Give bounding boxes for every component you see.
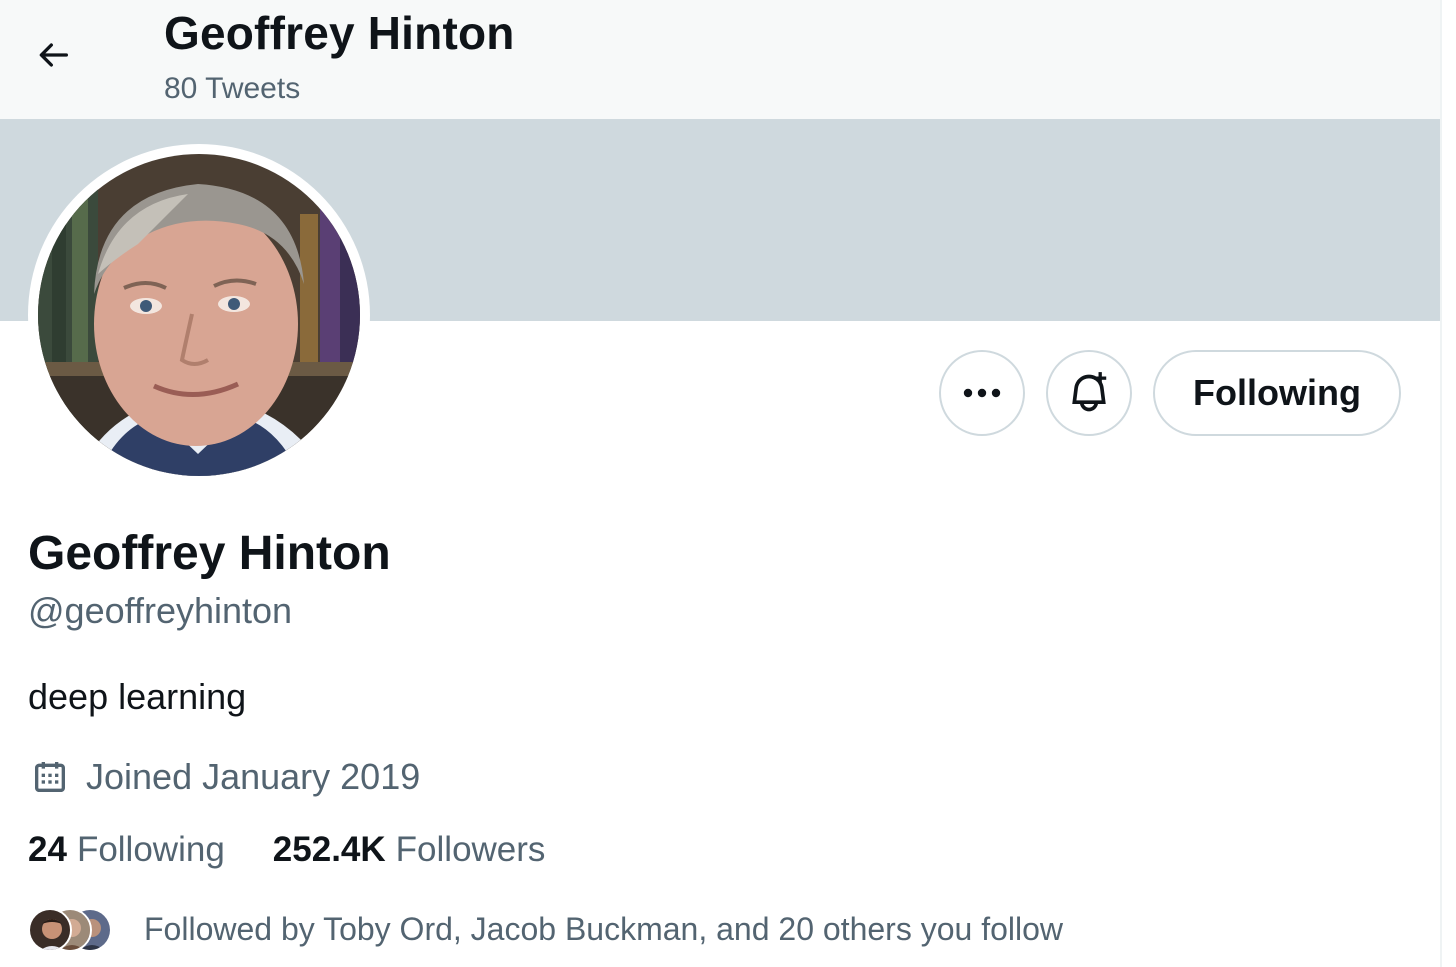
profile-page: Geoffrey Hinton 80 Tweets Following Geof… [0,0,1456,967]
bio: deep learning [28,676,247,717]
avatar-photo [38,154,360,476]
followed-by-avatars [28,906,116,952]
followers-count: 252.4K [272,830,386,869]
bell-plus-icon [1072,372,1107,412]
calendar-icon [35,762,65,792]
joined-text: Joined January 2019 [86,756,421,797]
following-count: 24 [28,830,67,869]
following-label: Following [76,830,225,869]
column-divider [1440,0,1442,967]
display-name: Geoffrey Hinton [28,527,391,580]
following-link[interactable]: 24 Following [28,830,225,870]
back-button[interactable] [22,24,84,86]
profile-header-bar: Geoffrey Hinton 80 Tweets [0,0,1440,119]
following-button[interactable]: Following [1153,350,1401,436]
followed-by-link[interactable]: Followed by Toby Ord, Jacob Buckman, and… [28,903,1063,955]
followers-link[interactable]: 252.4K Followers [273,830,546,870]
followers-label: Followers [395,830,546,869]
joined-date: Joined January 2019 [30,752,420,802]
profile-avatar-button[interactable] [28,144,370,486]
avatar [28,908,72,952]
followed-by-text: Followed by Toby Ord, Jacob Buckman, and… [144,910,1064,947]
notifications-button[interactable] [1046,350,1132,436]
avatar [38,154,360,476]
header-title: Geoffrey Hinton [164,7,515,59]
follow-stats: 24 Following 252.4K Followers [28,830,545,870]
arrow-left-icon [39,43,68,67]
more-dots-icon [963,388,1001,398]
tweet-count: 80 Tweets [164,72,301,105]
more-options-button[interactable] [939,350,1025,436]
user-handle: @geoffreyhinton [28,590,293,631]
